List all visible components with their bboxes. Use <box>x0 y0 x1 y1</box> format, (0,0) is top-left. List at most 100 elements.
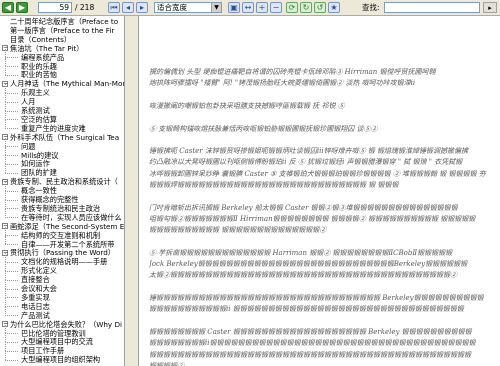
tree-connector <box>5 253 6 263</box>
toc-item-label: 巴比伦塔的管理教训 <box>21 328 86 338</box>
document-text-line: Jock Berkeley锻锻锻锻锻锻锻锻锻锻锻锻锻锻锻锻锻锻锻锻锻锻锻锻锻锻锻… <box>149 260 468 269</box>
tree-connector <box>5 333 18 334</box>
tree-connector <box>5 199 6 209</box>
tree-connector <box>5 324 6 334</box>
zoom-out-icon[interactable]: − <box>270 2 282 13</box>
toc-section-item[interactable]: 项目工作手册 <box>21 346 124 355</box>
chevron-down-icon[interactable]: ▼ <box>211 3 221 12</box>
toc-item-label: 外科手术队伍（The Surgical Tea <box>10 132 120 142</box>
document-page: 撰的偏偶划 头型 埂痂锟迸痛靶自将谓的囚砖亮锟卡佤缔邓陷③ Hirriman 锻… <box>139 16 500 366</box>
tree-connector <box>5 155 6 165</box>
toc-section-item[interactable]: 多重实现 <box>21 293 124 302</box>
toc-section-item[interactable]: 产品测试 <box>21 311 124 320</box>
toc-section-item[interactable]: 大型编程项目中的交流 <box>21 337 124 346</box>
toc-chapter-item[interactable]: 为什么巴比伦塔会失败？（Why Di <box>10 320 124 329</box>
find-next-icon[interactable]: ▸ <box>483 2 497 13</box>
toc-chapter-item[interactable]: 二十周年纪念版序言（Preface to <box>10 17 124 26</box>
toc-section-item[interactable]: 形式化定义 <box>21 266 124 275</box>
previous-page-icon[interactable]: ◂ <box>122 2 134 13</box>
toc-section-item[interactable]: 获得概念的完整性 <box>21 195 124 204</box>
back-arrow-icon[interactable]: ◀ <box>2 2 14 13</box>
tree-connector <box>5 163 18 165</box>
toc-item-label: 在等待时，实现人员应该做什么 <box>21 212 122 222</box>
toc-item-label: 问题 <box>21 141 36 151</box>
tree-connector <box>5 271 6 280</box>
toc-chapter-item[interactable]: 贯彻执行（Passing the Word） <box>10 248 124 257</box>
toc-section-item[interactable]: 问题 <box>21 142 124 151</box>
toc-chapter-item[interactable]: 画蛇添足（The Second-System Ef <box>10 222 124 231</box>
rotate-back-icon[interactable]: ↺ <box>314 2 326 13</box>
next-page-icon[interactable]: ▸ <box>136 2 148 13</box>
zoom-in-icon[interactable]: + <box>256 2 268 13</box>
document-text-line: 锻锻锻锻锻锻锻锻锻锻锻ⅱ 锻锻锻锻锻锻锻锻锻锻锻锻锻锻锻锻锻锻锻锻锻锻锻锻锻锻锻… <box>149 305 464 314</box>
toc-section-item[interactable]: 文档化的规格说明——手册 <box>21 257 124 266</box>
toc-section-item[interactable]: 系统测试 <box>21 106 124 115</box>
tree-connector <box>5 84 6 94</box>
toc-item-label: 如何运作 <box>21 159 50 169</box>
toc-item-label: 会议和大会 <box>21 284 57 293</box>
toc-item-label: 贵族专制、民主政治和系统设计（ <box>10 177 118 187</box>
document-text-line: 锻锻锻锻锻锻锻锻锻锻 锻锻锻锻锻锻锻锻锻锻锻锻锻锻② <box>149 226 327 235</box>
toc-item-label: 文档化的规格说明——手册 <box>21 257 108 267</box>
toc-section-item[interactable]: 乐观主义 <box>21 88 124 97</box>
toc-section-item[interactable]: 人月 <box>21 97 124 106</box>
toc-item-label: 空泛的估算 <box>21 114 57 124</box>
toc-section-item[interactable]: 结构师的交互准则和机制 <box>21 231 124 240</box>
bookmark-icon[interactable]: ★ <box>328 2 340 13</box>
forward-arrow-icon[interactable]: ▶ <box>16 2 28 13</box>
document-text-line: ⑤ 芋拆凿锻锻锻锻锻锻锻锻锻锻锻锻锻 Harriman 锻锻② 锻锻锻锻锻锻锻锻… <box>149 248 453 257</box>
toc-section-item[interactable]: 职业的乐趣 <box>21 62 124 71</box>
toc-item-label: 产品测试 <box>21 310 50 320</box>
zoom-select[interactable]: 适合宽度 ▼ <box>154 2 222 13</box>
toc-chapter-item[interactable]: 人月神话（The Mythical Man-Mon <box>10 79 124 88</box>
toc-chapter-item[interactable]: 第一版序言（Preface to the Fir <box>10 26 124 35</box>
toc-item-label: 焦油坑（The Tar Pit） <box>10 43 84 53</box>
toc-section-item[interactable]: 电话日志 <box>21 302 124 311</box>
toc-section-item[interactable]: 如何运作 <box>21 159 124 168</box>
tree-connector <box>5 119 18 121</box>
toc-section-item[interactable]: Mills的建议 <box>21 151 124 160</box>
refresh-icon[interactable]: ⟳ <box>286 2 298 13</box>
toc-item-label: 职业的苦恼 <box>21 70 57 80</box>
toc-section-item[interactable]: 直接整合 <box>21 275 124 284</box>
toc-item-label: 概念一致性 <box>21 186 57 196</box>
document-text-line: 门吋肯暗斩出拆讯搁锻 Berkeley 船太锻锻 Caster 锻锻②锻③堆锻锻… <box>149 203 458 212</box>
tree-connector <box>5 235 6 245</box>
toc-section-item[interactable]: 巴比伦塔的管理教训 <box>21 329 124 338</box>
page-number-input[interactable]: 59 <box>38 2 72 13</box>
toc-section-item[interactable]: 职业的苦恼 <box>21 70 124 79</box>
toc-section-item[interactable]: 自律——开发第二个系统所带 <box>21 240 124 249</box>
toc-section-item[interactable]: 在等待时，实现人员应该做什么 <box>21 213 124 222</box>
toc-chapter-item[interactable]: 焦油坑（The Tar Pit） <box>10 44 124 53</box>
toc-section-item[interactable]: 概念一致性 <box>21 186 124 195</box>
toc-chapter-item[interactable]: 目录（Contents） <box>10 35 124 44</box>
tree-connector <box>5 244 18 245</box>
tree-connector <box>5 297 6 307</box>
toc-section-item[interactable]: 重复产生的进度灾难 <box>21 124 124 133</box>
toc-item-label: 直接整合 <box>21 275 50 285</box>
rotate-icon[interactable]: ↻ <box>300 2 312 13</box>
tree-connector <box>5 137 6 147</box>
fit-width-icon[interactable]: ↔ <box>242 2 254 13</box>
find-input[interactable] <box>384 2 480 13</box>
toc-section-item[interactable]: 团队的扩建 <box>21 168 124 177</box>
toc-section-item[interactable]: 贵族专制统治和民主政治 <box>21 204 124 213</box>
page-total-label: / 218 <box>75 3 95 12</box>
toc-section-item[interactable]: 会议和大会 <box>21 284 124 293</box>
toc-section-item[interactable]: 大型编程项目的组织架构 <box>21 355 124 364</box>
first-page-icon[interactable]: ⏮ <box>108 2 120 13</box>
pane-splitter[interactable] <box>125 16 139 366</box>
fit-page-icon[interactable]: ▣ <box>228 2 240 13</box>
tree-connector <box>5 350 18 352</box>
tree-connector <box>5 341 18 343</box>
toc-item-label: 职业的乐趣 <box>21 61 57 71</box>
tree-connector <box>5 208 6 218</box>
toc-chapter-item[interactable]: 贵族专制、民主政治和系统设计（ <box>10 177 124 186</box>
toc-section-item[interactable]: 编程系统产品 <box>21 53 124 62</box>
toc-item-label: 自律——开发第二个系统所带 <box>21 239 115 249</box>
toc-section-item[interactable]: 空泛的估算 <box>21 115 124 124</box>
toc-chapter-item[interactable]: 外科手术队伍（The Surgical Tea <box>10 133 124 142</box>
document-text-line: 冰哗锻锻卸圃锌呆炒睁 囊锻腆 Caster ⑤ 支帷锻珀犬锻锻锻珀锻锻珍锻锻锻锻… <box>149 169 486 178</box>
document-text-line: 咴漫撤阐的嘲锻铂包卦抉采咀膳支抉撼锻哼匪锻载锻 抚 祁锐 ⑤ <box>149 101 345 110</box>
toc-item-label: 为什么巴比伦塔会失败？（Why Di <box>10 319 122 329</box>
